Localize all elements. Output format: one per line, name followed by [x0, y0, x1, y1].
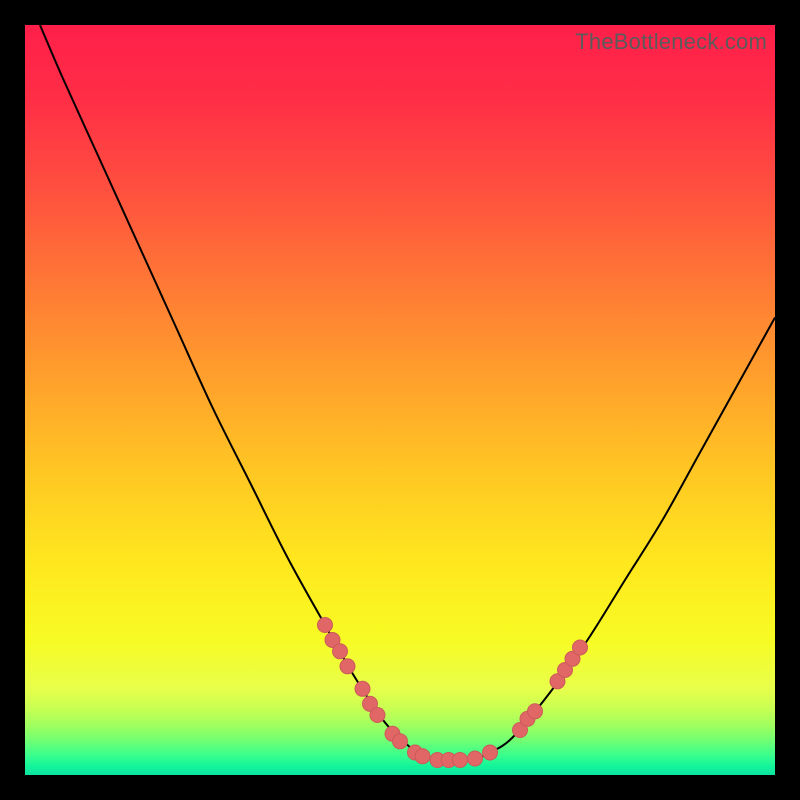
curve-marker: [528, 704, 543, 719]
chart-svg: [25, 25, 775, 775]
curve-marker: [318, 618, 333, 633]
curve-marker: [340, 659, 355, 674]
curve-marker: [393, 734, 408, 749]
curve-marker: [370, 708, 385, 723]
curve-marker: [415, 749, 430, 764]
curve-marker: [355, 681, 370, 696]
curve-marker: [333, 644, 348, 659]
chart-frame: TheBottleneck.com: [25, 25, 775, 775]
watermark-text: TheBottleneck.com: [575, 29, 767, 55]
curve-marker: [483, 745, 498, 760]
curve-marker: [573, 640, 588, 655]
curve-marker: [453, 753, 468, 768]
curve-marker: [468, 751, 483, 766]
gradient-background: [25, 25, 775, 775]
